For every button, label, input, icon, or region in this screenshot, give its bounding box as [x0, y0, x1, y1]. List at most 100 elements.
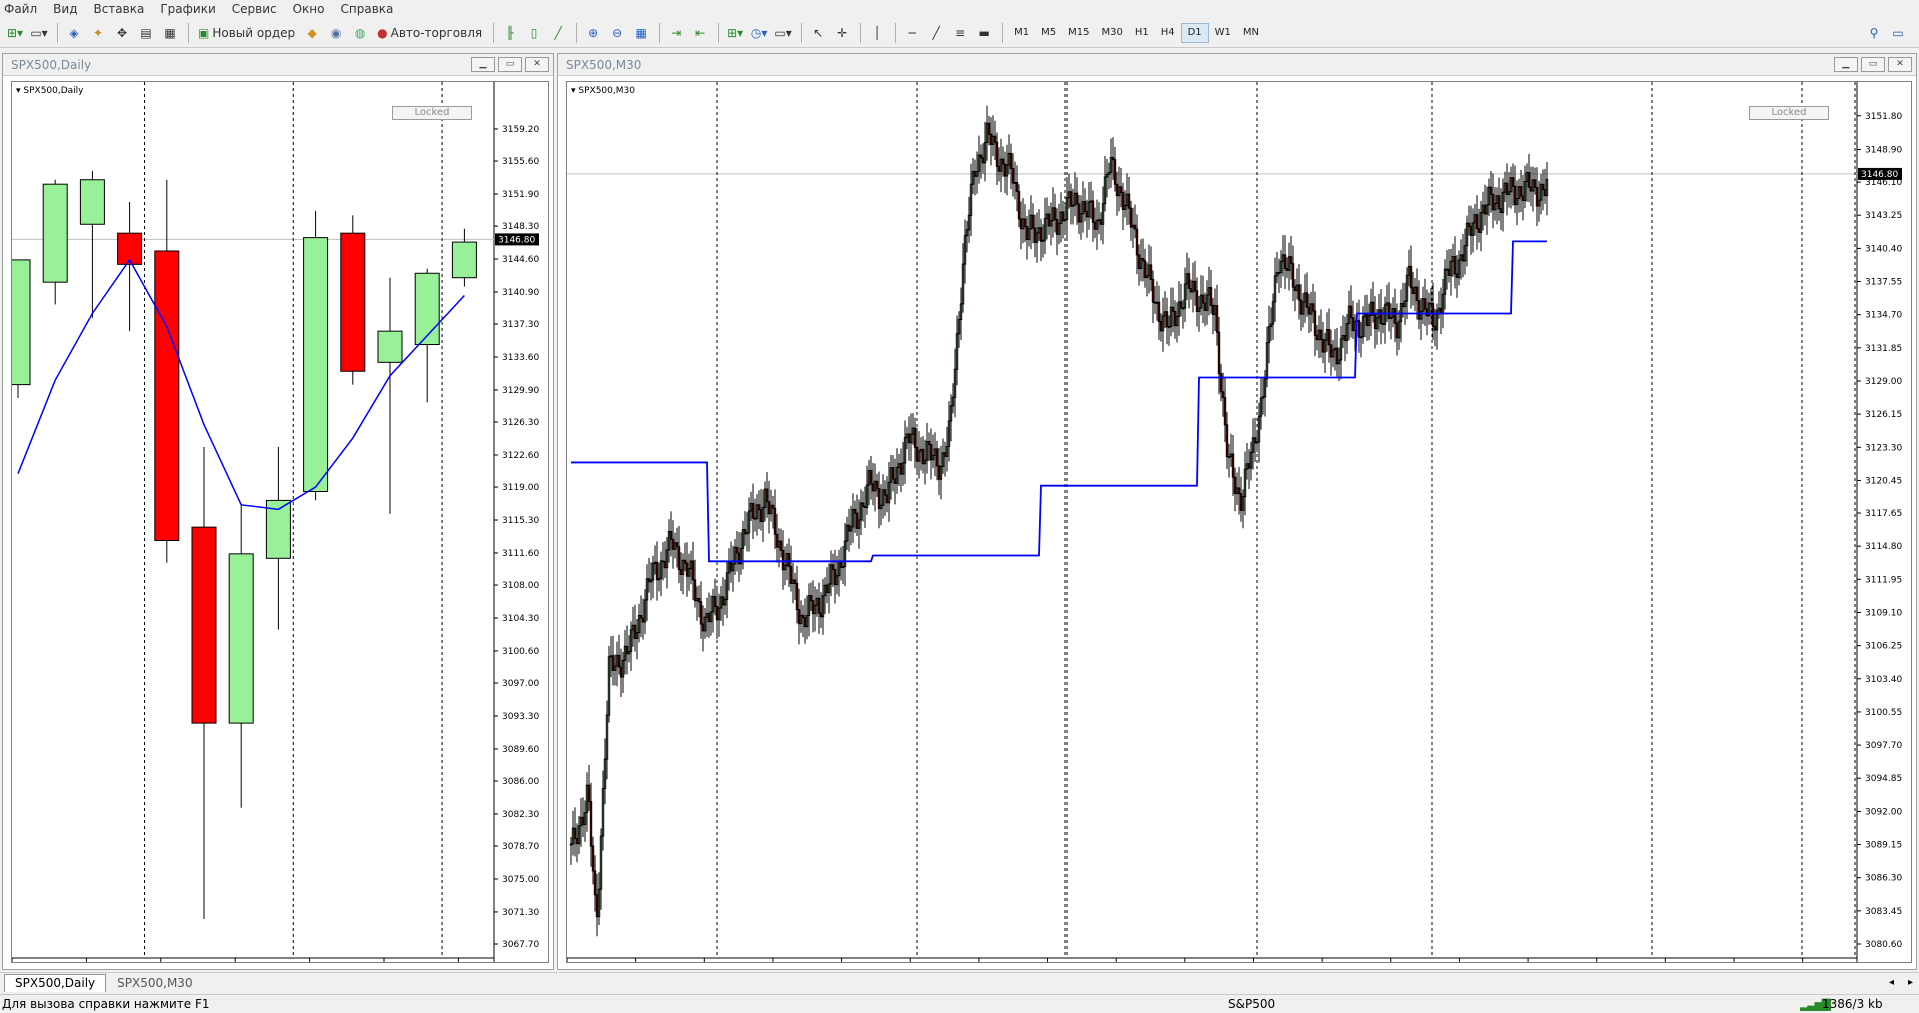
- bearish-candle: [1497, 195, 1501, 210]
- market-icon[interactable]: ◍: [349, 22, 371, 44]
- timeframe-m5[interactable]: M5: [1035, 23, 1062, 43]
- toolbar-separator: [576, 22, 578, 43]
- bullish-candle: [749, 503, 753, 512]
- bullish-candle: [1259, 397, 1263, 417]
- new-order-icon: ▣: [198, 25, 210, 40]
- tabs-scroll-left-icon[interactable]: ◂: [1889, 974, 1894, 992]
- menu-help[interactable]: Справка: [341, 2, 394, 16]
- zoom-out-icon[interactable]: ⊖: [606, 22, 628, 44]
- meta-editor-icon[interactable]: ◆: [301, 22, 323, 44]
- bullish-candle: [637, 614, 641, 634]
- bearish-candle: [1237, 487, 1241, 495]
- price-tick-label: 3080.60: [1865, 940, 1902, 950]
- menu-file[interactable]: Файл: [4, 2, 37, 16]
- periods-icon[interactable]: ◷▾: [748, 22, 770, 44]
- bullish-candle: [1451, 256, 1455, 262]
- bearish-candle: [1489, 186, 1493, 195]
- minimize-icon[interactable]: ▁: [1834, 57, 1858, 72]
- bullish-candle: [1275, 272, 1279, 277]
- restore-icon[interactable]: ▭: [498, 57, 522, 72]
- bullish-candle: [1277, 272, 1281, 275]
- new-chart-icon[interactable]: ⊞▾: [4, 22, 26, 44]
- chat-icon[interactable]: ▭: [1887, 22, 1909, 44]
- bearish-candle: [679, 569, 683, 576]
- locked-button[interactable]: Locked: [1749, 106, 1829, 120]
- data-window-icon[interactable]: ✦: [87, 22, 109, 44]
- bullish-candle: [1317, 329, 1321, 341]
- menu-insert[interactable]: Вставка: [93, 2, 144, 16]
- candlestick-icon[interactable]: ▯: [523, 22, 545, 44]
- bullish-candle: [1185, 273, 1189, 285]
- channel-icon[interactable]: ≡: [949, 22, 971, 44]
- signals-icon[interactable]: ◉: [325, 22, 347, 44]
- timeframe-h4[interactable]: H4: [1155, 23, 1181, 43]
- text-label-icon[interactable]: ▬: [973, 22, 995, 44]
- menu-bar: Файл Вид Вставка Графики Сервис Окно Спр…: [0, 0, 1919, 18]
- profiles-icon[interactable]: ▭▾: [28, 22, 50, 44]
- tester-icon[interactable]: ▦: [159, 22, 181, 44]
- bearish-candle: [987, 122, 991, 135]
- timeframe-h1[interactable]: H1: [1129, 23, 1155, 43]
- bullish-candle: [1457, 259, 1461, 278]
- terminal-icon[interactable]: ▤: [135, 22, 157, 44]
- bullish-candle: [1087, 201, 1091, 218]
- restore-icon[interactable]: ▭: [1861, 57, 1885, 72]
- bullish-candle: [1117, 186, 1121, 197]
- close-icon[interactable]: ✕: [525, 57, 549, 72]
- bearish-candle: [1409, 265, 1413, 289]
- search-icon[interactable]: ⚲: [1863, 22, 1885, 44]
- bearish-candle: [707, 612, 711, 623]
- status-bar: Для вызова справки нажмите F1 S&P500 ▂▃▅…: [0, 994, 1919, 1013]
- window-title-m30: SPX500,M30: [558, 54, 1916, 76]
- menu-view[interactable]: Вид: [53, 2, 77, 16]
- bearish-candle: [853, 508, 857, 514]
- close-icon[interactable]: ✕: [1888, 57, 1912, 72]
- bearish-candle: [1151, 278, 1155, 303]
- chart-area-m30[interactable]: 3151.80 3148.90 3146.10 3143.25 3140.40 3137.…: [566, 81, 1912, 963]
- crosshair-icon[interactable]: ✛: [831, 22, 853, 44]
- market-watch-icon[interactable]: ◈: [63, 22, 85, 44]
- menu-tools[interactable]: Сервис: [232, 2, 277, 16]
- bullish-candle: [1517, 186, 1521, 200]
- cursor-icon[interactable]: ↖: [807, 22, 829, 44]
- bearish-candle: [1297, 284, 1301, 301]
- tab-spx500-daily[interactable]: SPX500,Daily: [4, 974, 107, 992]
- locked-button[interactable]: Locked: [392, 106, 472, 120]
- chart-area-daily[interactable]: 3159.20 3155.60 3151.90 3148.30 3144.60 3140.…: [11, 81, 549, 963]
- timeframe-mn[interactable]: MN: [1237, 23, 1265, 43]
- bullish-candle: [1405, 274, 1409, 302]
- line-chart-icon[interactable]: ╱: [547, 22, 569, 44]
- zoom-in-icon[interactable]: ⊕: [582, 22, 604, 44]
- new-order-button[interactable]: ▣ Новый ордер: [194, 22, 299, 44]
- menu-charts[interactable]: Графики: [160, 2, 215, 16]
- tab-spx500-m30[interactable]: SPX500,M30: [106, 974, 203, 992]
- auto-trading-button[interactable]: ● Авто-торговля: [373, 22, 486, 44]
- indicators-icon[interactable]: ⊞▾: [724, 22, 746, 44]
- chart-shift-icon[interactable]: ⇤: [689, 22, 711, 44]
- templates-icon[interactable]: ▭▾: [772, 22, 794, 44]
- bullish-candle: [1397, 320, 1401, 339]
- trendline-icon[interactable]: ╱: [925, 22, 947, 44]
- bearish-candle: [751, 503, 755, 519]
- timeframe-d1[interactable]: D1: [1180, 22, 1209, 43]
- navigator-icon[interactable]: ✥: [111, 22, 133, 44]
- timeframe-m15[interactable]: M15: [1062, 23, 1095, 43]
- horizontal-line-icon[interactable]: ─: [901, 22, 923, 44]
- tabs-scroll-right-icon[interactable]: ▸: [1908, 974, 1913, 992]
- bearish-candle: [1319, 329, 1323, 340]
- timeframe-m1[interactable]: M1: [1008, 23, 1035, 43]
- price-tick-label: 3155.60: [502, 157, 539, 167]
- vertical-line-icon[interactable]: │: [866, 22, 888, 44]
- bullish-candle: [731, 563, 735, 572]
- bullish-candle: [933, 448, 937, 456]
- menu-window[interactable]: Окно: [293, 2, 325, 16]
- timeframe-m30[interactable]: M30: [1095, 23, 1128, 43]
- timeframe-w1[interactable]: W1: [1209, 23, 1237, 43]
- auto-scroll-icon[interactable]: ⇥: [665, 22, 687, 44]
- bullish-candle: [1471, 222, 1475, 236]
- tile-windows-icon[interactable]: ▦: [630, 22, 652, 44]
- minimize-icon[interactable]: ▁: [471, 57, 495, 72]
- bullish-candle: [1021, 218, 1025, 230]
- bearish-candle: [1315, 334, 1319, 341]
- bar-chart-icon[interactable]: ╟: [499, 22, 521, 44]
